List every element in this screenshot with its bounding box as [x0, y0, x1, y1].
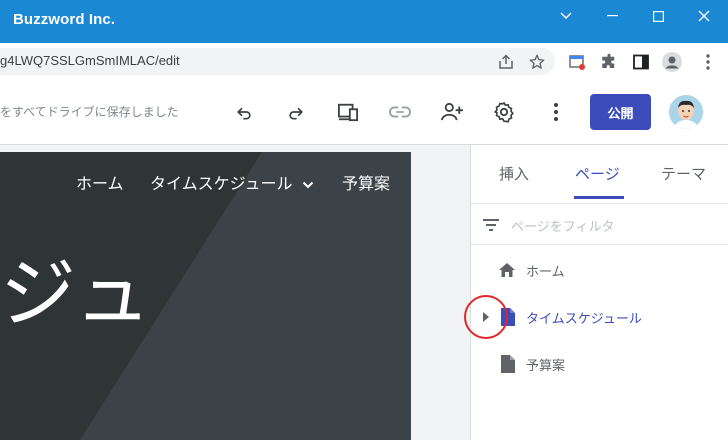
home-icon [499, 263, 515, 277]
add-person-icon[interactable] [440, 100, 464, 124]
nav-item-home[interactable]: ホーム [76, 170, 124, 194]
profile-icon[interactable] [662, 52, 682, 72]
filter-input[interactable]: ページをフィルタ [511, 216, 614, 235]
maximize-button[interactable] [635, 0, 681, 32]
omnibox[interactable]: g4LWQ7SSLGmSmIMLAC/edit [0, 48, 555, 75]
window-title: Buzzword Inc. [13, 11, 116, 28]
settings-gear-icon[interactable] [492, 100, 516, 124]
puzzle-icon[interactable] [599, 52, 619, 72]
save-status: をすべてドライブに保存しました [0, 105, 179, 119]
tab-themes[interactable]: テーマ [661, 163, 706, 184]
filter-icon [483, 219, 499, 231]
tab-insert[interactable]: 挿入 [499, 163, 529, 184]
page-item-budget[interactable]: 予算案 [471, 344, 728, 384]
page-item-label: ホーム [526, 265, 565, 280]
window-titlebar: Buzzword Inc. [0, 0, 728, 43]
editor-toolbar: をすべてドライブに保存しました 公開 [0, 79, 728, 145]
page-item-home[interactable]: ホーム [471, 250, 728, 290]
avatar[interactable] [669, 95, 703, 129]
nav-item-budget[interactable]: 予算案 [342, 170, 390, 194]
page-filter[interactable]: ページをフィルタ [471, 204, 728, 245]
page-item-schedule[interactable]: タイムスケジュール [471, 297, 728, 337]
highlight-circle [464, 295, 508, 339]
minimize-button[interactable] [589, 0, 635, 32]
redo-icon[interactable] [284, 100, 308, 124]
preview-devices-icon[interactable] [336, 100, 360, 124]
publish-button[interactable]: 公開 [590, 94, 651, 130]
more-options-icon[interactable] [544, 100, 568, 124]
side-panel-icon[interactable] [631, 52, 651, 72]
hero-title: ジュ [0, 249, 155, 338]
link-icon[interactable] [388, 100, 412, 124]
share-icon[interactable] [496, 52, 516, 72]
nav-item-schedule[interactable]: タイムスケジュール [150, 170, 314, 194]
nav-item-schedule-label: タイムスケジュール [150, 174, 293, 193]
site-preview[interactable]: ホーム タイムスケジュール 予算案 ジュ [0, 152, 411, 440]
active-tab-indicator [574, 196, 624, 199]
url-text[interactable]: g4LWQ7SSLGmSmIMLAC/edit [0, 53, 180, 68]
bookmark-star-icon[interactable] [527, 52, 547, 72]
chevron-down-icon[interactable] [543, 0, 589, 32]
pages-panel: 挿入 ページ テーマ ページをフィルタ ホーム タイムスケジュール 予算案 [470, 145, 728, 440]
undo-icon[interactable] [232, 100, 256, 124]
page-icon [501, 355, 515, 373]
browser-address-bar: g4LWQ7SSLGmSmIMLAC/edit [0, 43, 728, 79]
page-item-label: タイムスケジュール [526, 312, 642, 327]
browser-menu-icon[interactable] [698, 52, 718, 72]
extension-icon[interactable] [567, 52, 587, 72]
close-button[interactable] [681, 0, 727, 32]
chevron-down-icon [302, 181, 313, 188]
page-item-label: 予算案 [526, 359, 566, 374]
tab-pages[interactable]: ページ [575, 163, 620, 184]
